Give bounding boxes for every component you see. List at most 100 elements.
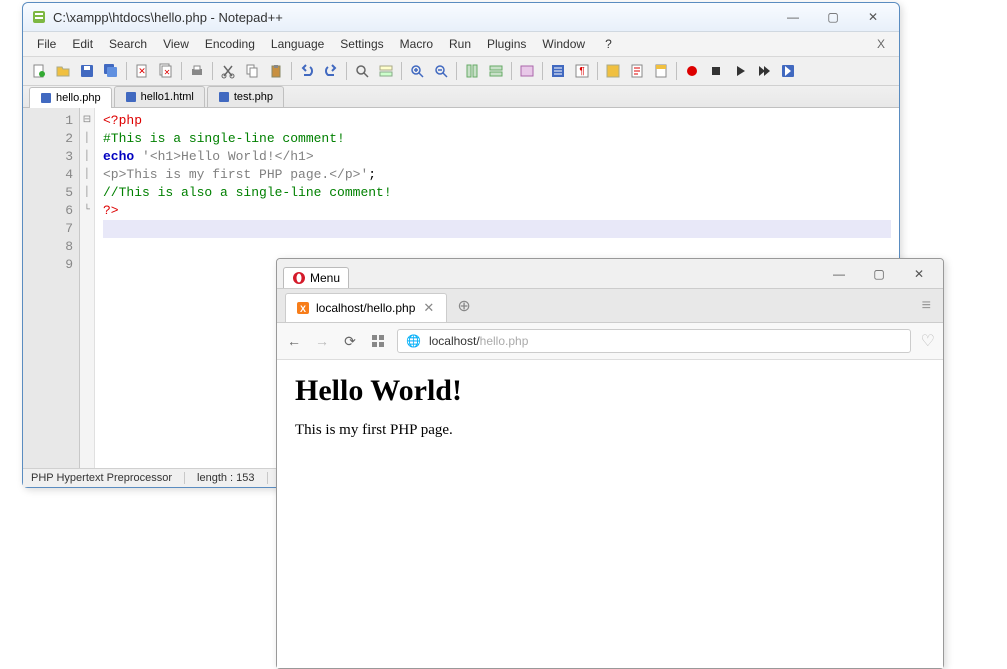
notepad-titlebar[interactable]: C:\xampp\htdocs\hello.php - Notepad++ ― … <box>23 3 899 32</box>
minimize-button[interactable]: ― <box>825 266 853 282</box>
browser-tab[interactable]: X localhost/hello.php ✕ <box>285 293 447 322</box>
zoom-in-icon[interactable] <box>406 60 428 82</box>
sync-v-icon[interactable] <box>461 60 483 82</box>
back-button[interactable]: ← <box>285 332 303 350</box>
page-content: Hello World! This is my first PHP page. <box>277 360 943 668</box>
toolbar-sep <box>511 62 512 80</box>
record-icon[interactable] <box>681 60 703 82</box>
fold-icon[interactable] <box>602 60 624 82</box>
menu-window[interactable]: Window <box>534 34 593 54</box>
undo-icon[interactable] <box>296 60 318 82</box>
window-title: C:\xampp\htdocs\hello.php - Notepad++ <box>53 10 775 25</box>
close-file-icon[interactable]: ✕ <box>131 60 153 82</box>
address-bar: ← → ⟳ 🌐 localhost/hello.php ♡ <box>277 323 943 360</box>
tab-label: hello1.html <box>141 91 194 103</box>
window-controls: ― ▢ ✕ <box>775 9 891 25</box>
file-icon <box>218 91 230 103</box>
open-file-icon[interactable] <box>52 60 74 82</box>
replace-icon[interactable] <box>375 60 397 82</box>
menu-help[interactable]: ? <box>597 34 620 54</box>
page-paragraph: This is my first PHP page. <box>295 422 925 439</box>
menu-search[interactable]: Search <box>101 34 155 54</box>
status-lang: PHP Hypertext Preprocessor <box>31 472 185 484</box>
new-file-icon[interactable] <box>28 60 50 82</box>
tabbar: hello.php hello1.html test.php <box>23 86 899 108</box>
close-button[interactable]: ✕ <box>859 9 887 25</box>
save-icon[interactable] <box>76 60 98 82</box>
menu-encoding[interactable]: Encoding <box>197 34 263 54</box>
menubar-close[interactable]: X <box>869 34 893 54</box>
menu-plugins[interactable]: Plugins <box>479 34 534 54</box>
reload-button[interactable]: ⟳ <box>341 332 359 350</box>
func-list-icon[interactable] <box>650 60 672 82</box>
toolbar-sep <box>126 62 127 80</box>
svg-text:✕: ✕ <box>138 66 146 76</box>
copy-icon[interactable] <box>241 60 263 82</box>
tab-label: test.php <box>234 91 273 103</box>
browser-titlebar[interactable]: Menu ― ▢ ✕ <box>277 259 943 289</box>
ws-icon[interactable]: ¶ <box>571 60 593 82</box>
bookmark-icon[interactable]: ♡ <box>921 331 935 351</box>
toolbar-sep <box>346 62 347 80</box>
tab-hello-php[interactable]: hello.php <box>29 87 112 108</box>
menu-label: Menu <box>310 271 340 285</box>
forward-button[interactable]: → <box>313 332 331 350</box>
toolbar-sep <box>401 62 402 80</box>
doc-icon[interactable] <box>626 60 648 82</box>
line-gutter: 123456789 <box>23 108 80 468</box>
print-icon[interactable] <box>186 60 208 82</box>
opera-menu-button[interactable]: Menu <box>283 267 349 288</box>
minimize-button[interactable]: ― <box>779 9 807 25</box>
close-all-icon[interactable]: ✕ <box>155 60 177 82</box>
menu-settings[interactable]: Settings <box>332 34 391 54</box>
opera-icon <box>292 271 306 285</box>
fold-column[interactable]: ⊟││││└ <box>80 108 95 468</box>
svg-text:✕: ✕ <box>164 68 171 77</box>
tab-test-php[interactable]: test.php <box>207 86 284 107</box>
browser-window: Menu ― ▢ ✕ X localhost/hello.php ✕ ⊕ ≡ ←… <box>276 258 944 669</box>
paste-icon[interactable] <box>265 60 287 82</box>
maximize-button[interactable]: ▢ <box>865 266 893 282</box>
menu-macro[interactable]: Macro <box>392 34 441 54</box>
play-multi-icon[interactable] <box>753 60 775 82</box>
find-icon[interactable] <box>351 60 373 82</box>
url-input[interactable]: 🌐 localhost/hello.php <box>397 329 911 353</box>
zoom-out-icon[interactable] <box>430 60 452 82</box>
menu-language[interactable]: Language <box>263 34 332 54</box>
notepad-app-icon <box>31 9 47 25</box>
close-button[interactable]: ✕ <box>905 266 933 282</box>
tab-hello1-html[interactable]: hello1.html <box>114 86 205 107</box>
save-all-icon[interactable] <box>100 60 122 82</box>
save-macro-icon[interactable] <box>777 60 799 82</box>
maximize-button[interactable]: ▢ <box>819 9 847 25</box>
globe-icon: 🌐 <box>406 334 421 348</box>
redo-icon[interactable] <box>320 60 342 82</box>
menu-file[interactable]: File <box>29 34 64 54</box>
cut-icon[interactable] <box>217 60 239 82</box>
toolbar-sep <box>676 62 677 80</box>
indent-guide-icon[interactable] <box>547 60 569 82</box>
tab-close-icon[interactable]: ✕ <box>421 300 436 316</box>
stop-record-icon[interactable] <box>705 60 727 82</box>
toolbar-sep <box>597 62 598 80</box>
file-icon <box>40 92 52 104</box>
sync-h-icon[interactable] <box>485 60 507 82</box>
tab-label: hello.php <box>56 92 101 104</box>
url-path: hello.php <box>480 334 529 348</box>
play-icon[interactable] <box>729 60 751 82</box>
menu-view[interactable]: View <box>155 34 197 54</box>
menu-run[interactable]: Run <box>441 34 479 54</box>
file-icon <box>125 91 137 103</box>
url-host: localhost/ <box>429 334 480 348</box>
menu-edit[interactable]: Edit <box>64 34 101 54</box>
wrap-icon[interactable] <box>516 60 538 82</box>
new-tab-button[interactable]: ⊕ <box>447 296 480 316</box>
toolbar-sep <box>212 62 213 80</box>
svg-text:¶: ¶ <box>579 66 584 77</box>
menubar: File Edit Search View Encoding Language … <box>23 32 899 57</box>
browser-window-controls: ― ▢ ✕ <box>821 266 937 282</box>
status-length: length : 153 <box>197 472 268 484</box>
panel-icon[interactable]: ≡ <box>918 297 935 315</box>
xampp-icon: X <box>296 301 310 315</box>
speed-dial-icon[interactable] <box>369 332 387 350</box>
